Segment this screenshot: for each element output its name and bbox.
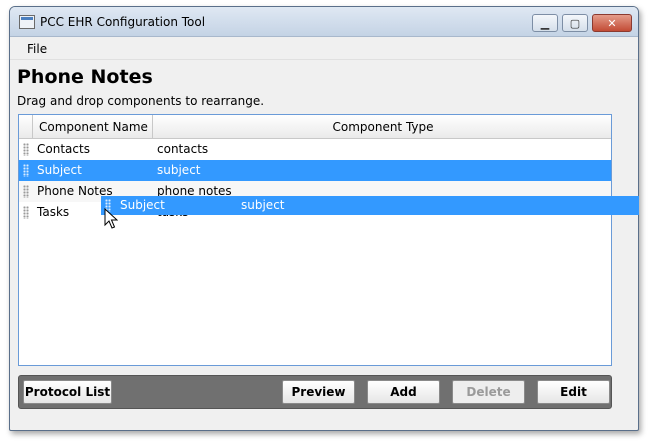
delete-button[interactable]: Delete (452, 380, 525, 404)
menu-bar: File (10, 38, 638, 60)
component-type-cell: subject (157, 163, 201, 177)
drag-handle-icon[interactable] (23, 164, 29, 177)
window-title: PCC EHR Configuration Tool (40, 15, 206, 29)
protocol-list-button[interactable]: Protocol List (23, 380, 112, 404)
add-button[interactable]: Add (367, 380, 440, 404)
drag-handle-icon[interactable] (23, 206, 29, 219)
column-header-component-type[interactable]: Component Type (153, 115, 611, 139)
button-bar: Protocol List Preview Add Delete Edit (18, 375, 612, 409)
column-header-component-name[interactable]: Component Name (33, 115, 153, 139)
mouse-cursor-icon (104, 208, 118, 229)
drag-preview-type: subject (241, 198, 285, 212)
component-name-cell: Subject (37, 163, 82, 177)
table-header: Component Name Component Type (19, 115, 611, 139)
menu-file[interactable]: File (27, 42, 47, 56)
component-name-cell: Tasks (37, 205, 70, 219)
table-row[interactable]: Contacts contacts (19, 139, 611, 160)
components-table[interactable]: Component Name Component Type Contacts c… (18, 114, 612, 366)
drag-handle-icon[interactable] (23, 185, 29, 198)
page-title: Phone Notes (17, 66, 153, 88)
minimize-button[interactable]: ▁ (532, 14, 558, 32)
drag-handle-icon[interactable] (23, 143, 29, 156)
instructions-text: Drag and drop components to rearrange. (17, 94, 265, 108)
component-name-cell: Contacts (37, 142, 90, 156)
maximize-button[interactable]: ▢ (562, 14, 588, 32)
app-icon (19, 15, 35, 29)
drag-preview-row: Subject subject (101, 196, 639, 215)
drag-preview-name: Subject (120, 198, 165, 212)
close-button[interactable]: ✕ (592, 14, 632, 32)
table-row-selected[interactable]: Subject subject (19, 160, 611, 181)
preview-button[interactable]: Preview (282, 380, 355, 404)
component-type-cell: contacts (157, 142, 209, 156)
header-corner (19, 115, 33, 139)
edit-button[interactable]: Edit (537, 380, 610, 404)
title-bar[interactable]: PCC EHR Configuration Tool ▁ ▢ ✕ (10, 7, 638, 37)
